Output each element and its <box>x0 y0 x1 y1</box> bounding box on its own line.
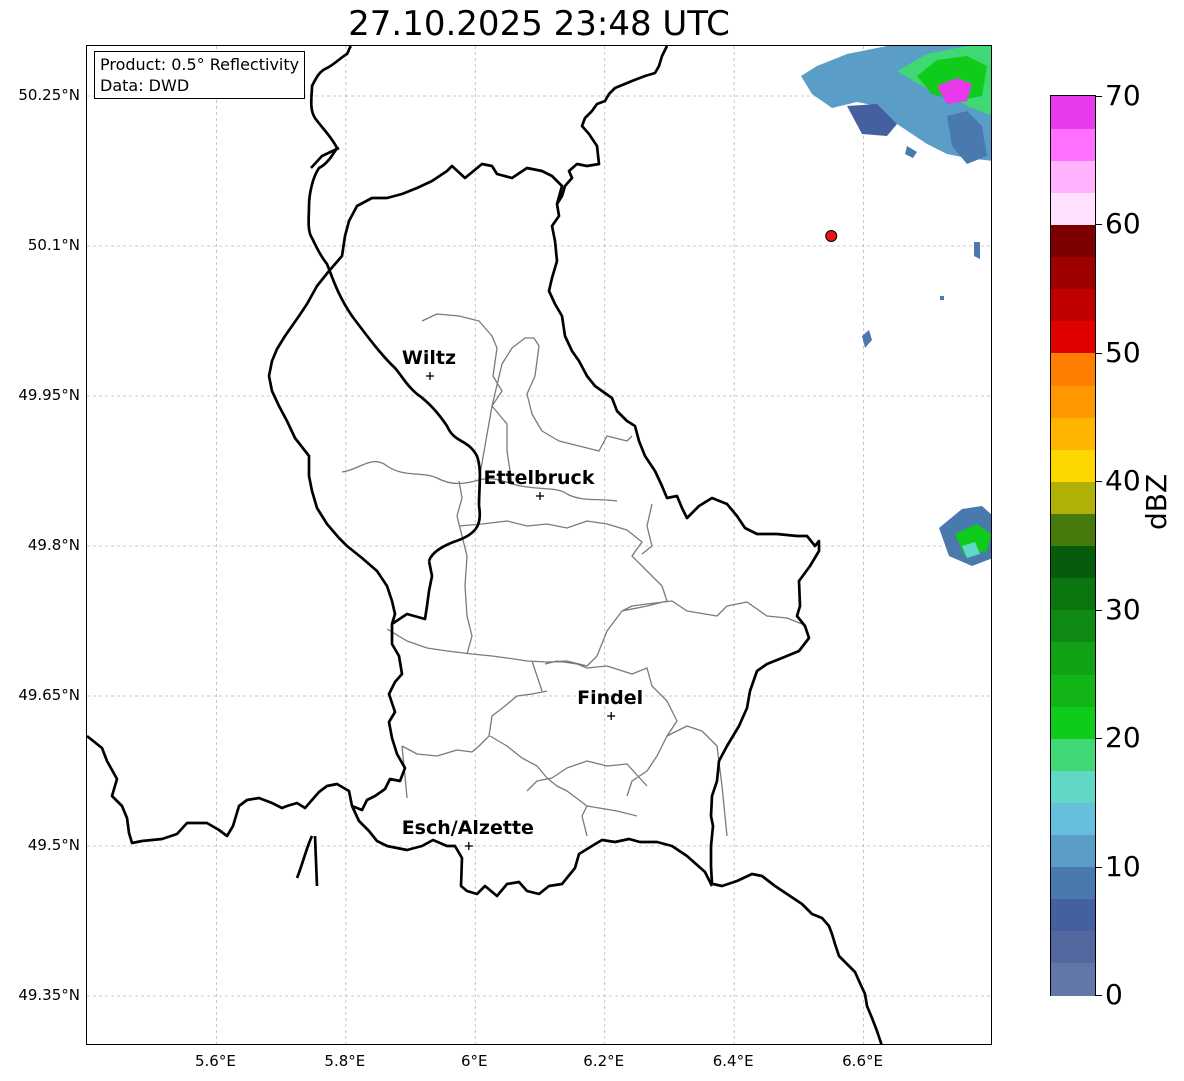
colorbar-segment <box>1051 545 1095 579</box>
product-text: Product: 0.5° Reflectivity <box>100 55 300 74</box>
colorbar-segment <box>1051 898 1095 932</box>
colorbar-segment <box>1051 481 1095 514</box>
longitude-label: 5.8°E <box>324 1052 366 1070</box>
colorbar-tick <box>1096 609 1102 611</box>
city-label: Ettelbruck <box>483 467 595 489</box>
colorbar-segment <box>1051 962 1095 996</box>
city-marker <box>607 712 616 720</box>
colorbar-tick-label: 50 <box>1105 335 1141 369</box>
colorbar-segment <box>1051 417 1095 450</box>
colorbar-tick-label: 0 <box>1105 978 1123 1011</box>
city-label: Esch/Alzette <box>401 817 534 839</box>
colorbar-segment <box>1051 770 1095 803</box>
colorbar-segment <box>1051 930 1095 964</box>
colorbar <box>1050 95 1096 996</box>
colorbar-segment <box>1051 866 1095 900</box>
latitude-label: 49.35°N <box>18 986 80 1004</box>
colorbar-tick <box>1096 995 1102 996</box>
longitude-label: 6.6°E <box>842 1052 883 1070</box>
colorbar-segment <box>1051 224 1095 258</box>
city-marker <box>425 372 434 380</box>
latitude-label: 49.8°N <box>27 536 80 554</box>
radar-echoes <box>801 46 991 566</box>
colorbar-segment <box>1051 513 1095 547</box>
colorbar-segment <box>1051 256 1095 290</box>
colorbar-segment <box>1051 320 1095 354</box>
info-box: Product: 0.5° Reflectivity Data: DWD <box>94 51 306 99</box>
colorbar-tick-label: 10 <box>1105 849 1141 883</box>
colorbar-tick <box>1096 738 1102 740</box>
colorbar-segment <box>1051 834 1095 868</box>
country-border-east <box>295 146 883 1044</box>
colorbar-segment <box>1051 577 1095 611</box>
map-canvas[interactable] <box>87 46 992 1045</box>
data-source-text: Data: DWD <box>100 76 190 95</box>
colorbar-segment <box>1051 449 1095 482</box>
longitude-label: 6°E <box>461 1052 488 1070</box>
longitude-label: 6.4°E <box>712 1052 754 1070</box>
latitude-label: 49.65°N <box>18 686 80 704</box>
colorbar-unit-label: dBZ <box>1140 473 1173 530</box>
city-markers <box>425 372 616 850</box>
colorbar-tick-label: 70 <box>1105 79 1141 112</box>
city-marker <box>536 492 544 500</box>
colorbar-tick <box>1096 481 1102 483</box>
colorbar-tick-label: 40 <box>1105 464 1141 498</box>
radar-site-marker <box>825 230 838 242</box>
colorbar-segment <box>1051 673 1095 707</box>
colorbar-segment <box>1051 609 1095 643</box>
map-title: 27.10.2025 23:48 UTC <box>348 4 730 44</box>
colorbar-segment <box>1051 384 1095 418</box>
colorbar-segment <box>1051 706 1095 739</box>
latitude-label: 50.25°N <box>18 86 80 104</box>
colorbar-segment <box>1051 96 1095 129</box>
city-marker <box>464 842 473 850</box>
colorbar-segment <box>1051 738 1095 771</box>
colorbar-tick <box>1096 866 1102 868</box>
colorbar-tick-label: 30 <box>1105 592 1141 626</box>
colorbar-segment <box>1051 352 1095 386</box>
colorbar-tick-label: 20 <box>1105 721 1141 755</box>
country-border <box>87 46 714 898</box>
latitude-label: 50.1°N <box>27 236 80 254</box>
colorbar-tick <box>1096 224 1102 226</box>
colorbar-segment <box>1051 128 1095 161</box>
colorbar-tick-label: 60 <box>1105 207 1141 241</box>
colorbar-segment <box>1051 288 1095 322</box>
longitude-label: 5.6°E <box>195 1052 236 1070</box>
colorbar-segment <box>1051 641 1095 675</box>
map-area[interactable] <box>86 45 992 1045</box>
colorbar-segment <box>1051 802 1095 836</box>
colorbar-tick <box>1096 96 1102 97</box>
latitude-label: 49.5°N <box>27 836 80 854</box>
colorbar-tick <box>1096 352 1102 354</box>
luxembourg-outline <box>267 46 821 885</box>
city-label: Findel <box>577 687 644 709</box>
colorbar-segment <box>1051 192 1095 226</box>
longitude-label: 6.2°E <box>583 1052 625 1070</box>
latitude-label: 49.95°N <box>18 386 80 404</box>
canton-borders <box>341 313 803 837</box>
colorbar-segment <box>1051 160 1095 193</box>
city-label: Wiltz <box>401 347 457 369</box>
